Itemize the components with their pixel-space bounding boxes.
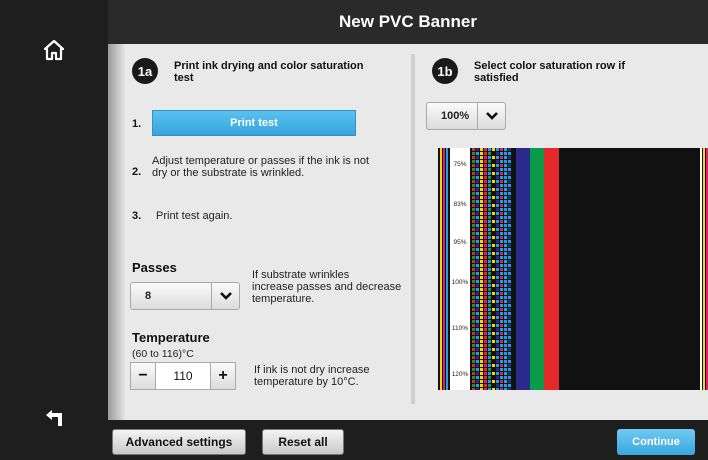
temperature-hint: If ink is not dry increase temperature b… [254, 364, 370, 388]
row-label-100: 100% [452, 279, 469, 286]
chevron-down-icon [477, 103, 505, 129]
step-number-1: 1. [132, 118, 142, 130]
increase-button[interactable]: + [210, 362, 236, 390]
test-pattern: 75% 83% 95% 100% 110% 120% [438, 148, 708, 390]
page-title: New PVC Banner [339, 12, 477, 31]
row-label-120: 120% [452, 371, 469, 378]
reset-all-button[interactable]: Reset all [262, 429, 344, 455]
passes-hint-line1: If substrate wrinkles [252, 269, 350, 281]
back-icon[interactable] [40, 404, 68, 432]
step-1b-title: Select color saturation row if satisfied [474, 60, 625, 84]
step-1a-title-line2: test [174, 72, 194, 84]
step-3-text: Print test again. [156, 210, 233, 222]
step-1b-panel: 1b Select color saturation row if satisf… [418, 44, 708, 420]
step-2-text: Adjust temperature or passes if the ink … [152, 155, 369, 179]
passes-value: 8 [145, 290, 152, 302]
header: New PVC Banner [108, 0, 708, 44]
temperature-label: Temperature [132, 330, 210, 345]
step-1a-panel: 1a Print ink drying and color saturation… [108, 44, 408, 420]
step-badge-1a: 1a [132, 58, 158, 84]
saturation-value: 100% [441, 110, 470, 122]
step-1a-title: Print ink drying and color saturation te… [174, 60, 363, 84]
row-label-75: 75% [453, 161, 466, 168]
advanced-settings-button[interactable]: Advanced settings [112, 429, 246, 455]
passes-hint-line3: temperature. [252, 293, 315, 305]
temperature-stepper: − 110 + [130, 362, 236, 390]
temperature-hint-line1: If ink is not dry increase [254, 364, 370, 376]
step-2-line2: dry or the substrate is wrinkled. [152, 167, 305, 179]
step-1b-title-line2: satisfied [474, 72, 519, 84]
passes-label: Passes [132, 260, 177, 275]
step-1b-title-line1: Select color saturation row if [474, 60, 625, 72]
saturation-select[interactable]: 100% [426, 102, 506, 130]
row-label-83: 83% [453, 201, 466, 208]
row-label-110: 110% [452, 325, 468, 332]
main-panel: 1a Print ink drying and color saturation… [108, 44, 708, 420]
row-label-95: 95% [453, 239, 466, 246]
passes-hint-line2: increase passes and decrease [252, 281, 402, 293]
step-number-3: 3. [132, 210, 142, 222]
footer: Advanced settings Reset all Continue [108, 420, 708, 460]
continue-button[interactable]: Continue [617, 429, 695, 455]
step-badge-1b: 1b [432, 58, 458, 84]
saturation-test-preview[interactable]: 75% 83% 95% 100% 110% 120% [438, 148, 708, 390]
sidebar [0, 0, 108, 460]
panel-divider [411, 54, 415, 404]
temperature-range: (60 to 116)°C [132, 348, 194, 360]
decrease-button[interactable]: − [130, 362, 156, 390]
print-test-button[interactable]: Print test [152, 110, 356, 136]
passes-hint: If substrate wrinkles increase passes an… [252, 269, 401, 305]
step-1a-title-line1: Print ink drying and color saturation [174, 60, 364, 72]
passes-select[interactable]: 8 [130, 282, 240, 310]
chevron-down-icon [211, 283, 239, 309]
temperature-value[interactable]: 110 [156, 362, 210, 390]
home-icon[interactable] [40, 36, 68, 64]
step-2-line1: Adjust temperature or passes if the ink … [152, 155, 370, 167]
temperature-hint-line2: temperature by 10°C. [254, 376, 359, 388]
step-number-2: 2. [132, 166, 142, 178]
